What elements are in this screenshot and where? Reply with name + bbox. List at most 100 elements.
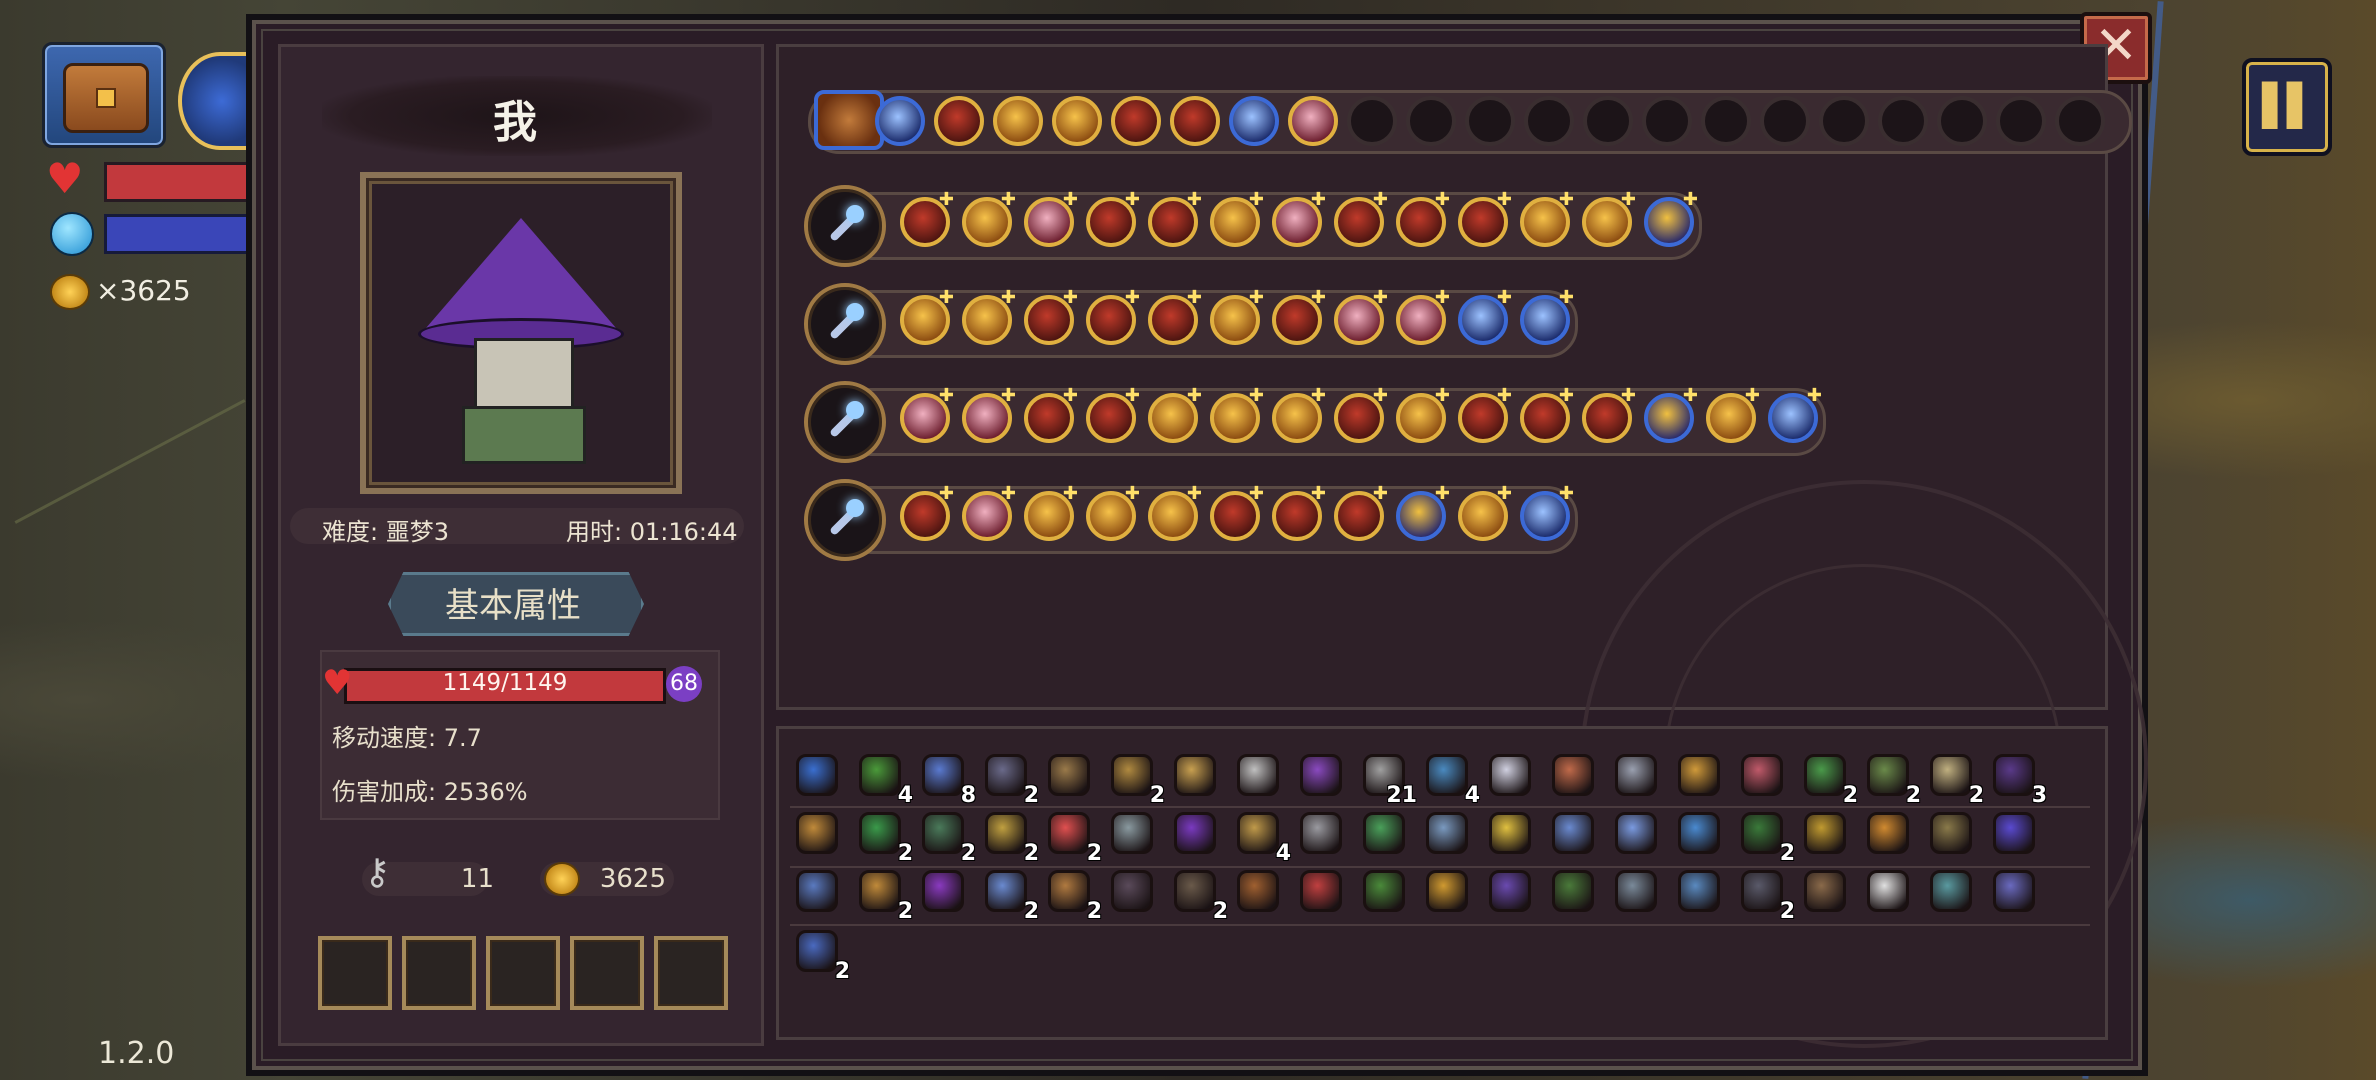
item-slot[interactable] <box>1359 866 1411 918</box>
item-slot[interactable] <box>1989 866 2041 918</box>
item-slot[interactable] <box>1548 808 1600 860</box>
skill-icon[interactable] <box>1458 191 1512 247</box>
skill-icon[interactable] <box>1347 96 1397 146</box>
skill-icon[interactable] <box>900 191 954 247</box>
item-slot[interactable]: 2 <box>981 866 1039 924</box>
item-slot[interactable]: 8 <box>918 750 976 808</box>
skill-icon[interactable] <box>1458 387 1512 443</box>
skill-icon[interactable] <box>1086 191 1140 247</box>
item-slot[interactable] <box>1611 808 1663 860</box>
item-slot[interactable]: 2 <box>1107 750 1165 808</box>
skill-icon[interactable] <box>1582 387 1636 443</box>
item-slot[interactable] <box>1611 866 1663 918</box>
skill-icon[interactable] <box>900 289 954 345</box>
item-slot[interactable] <box>1233 750 1285 802</box>
skill-icon[interactable] <box>1086 387 1140 443</box>
skill-icon[interactable] <box>962 387 1016 443</box>
skill-icon[interactable] <box>1458 485 1512 541</box>
skill-icon[interactable] <box>1396 387 1450 443</box>
skill-icon[interactable] <box>1406 96 1456 146</box>
skill-icon[interactable] <box>1524 96 1574 146</box>
equipment-slot[interactable] <box>402 936 476 1010</box>
skill-icon[interactable] <box>1520 485 1574 541</box>
item-slot[interactable]: 2 <box>1800 750 1858 808</box>
item-slot[interactable] <box>1359 808 1411 860</box>
skill-icon[interactable] <box>934 96 984 146</box>
skill-icon[interactable] <box>1878 96 1928 146</box>
skill-icon[interactable] <box>1024 387 1078 443</box>
item-slot[interactable]: 21 <box>1359 750 1417 808</box>
skill-icon[interactable] <box>1996 96 2046 146</box>
item-slot[interactable] <box>1548 866 1600 918</box>
skill-icon[interactable] <box>1272 387 1326 443</box>
skill-icon[interactable] <box>1465 96 1515 146</box>
skill-icon[interactable] <box>1819 96 1869 146</box>
item-slot[interactable] <box>1926 866 1978 918</box>
ice-staff-icon[interactable] <box>804 381 886 463</box>
skill-icon[interactable] <box>1170 96 1220 146</box>
item-slot[interactable]: 2 <box>1044 866 1102 924</box>
item-slot[interactable]: 2 <box>1737 866 1795 924</box>
skill-icon[interactable] <box>1583 96 1633 146</box>
skill-icon[interactable] <box>1052 96 1102 146</box>
skill-icon[interactable] <box>1396 191 1450 247</box>
skill-icon[interactable] <box>1396 485 1450 541</box>
skill-icon[interactable] <box>1148 289 1202 345</box>
item-slot[interactable] <box>1170 750 1222 802</box>
skill-icon[interactable] <box>1334 387 1388 443</box>
item-slot[interactable] <box>1989 808 2041 860</box>
item-slot[interactable]: 2 <box>1170 866 1228 924</box>
equipment-slot[interactable] <box>654 936 728 1010</box>
skill-icon[interactable] <box>900 387 954 443</box>
skill-icon[interactable] <box>1396 289 1450 345</box>
skill-icon[interactable] <box>1229 96 1279 146</box>
skill-icon[interactable] <box>993 96 1043 146</box>
skill-icon[interactable] <box>1272 485 1326 541</box>
item-slot[interactable]: 2 <box>918 808 976 866</box>
item-slot[interactable]: 2 <box>1863 750 1921 808</box>
item-slot[interactable]: 4 <box>1233 808 1291 866</box>
skill-icon[interactable] <box>1210 387 1264 443</box>
item-slot[interactable] <box>1737 750 1789 802</box>
item-slot[interactable] <box>1296 808 1348 860</box>
skill-icon[interactable] <box>875 96 925 146</box>
item-slot[interactable]: 2 <box>1044 808 1102 866</box>
skill-icon[interactable] <box>1768 387 1822 443</box>
item-slot[interactable] <box>1611 750 1663 802</box>
skill-icon[interactable] <box>1706 387 1760 443</box>
item-slot[interactable] <box>1548 750 1600 802</box>
skill-icon[interactable] <box>1148 191 1202 247</box>
skill-icon[interactable] <box>1024 485 1078 541</box>
item-slot[interactable] <box>1107 808 1159 860</box>
item-slot[interactable]: 4 <box>1422 750 1480 808</box>
skill-icon[interactable] <box>1086 485 1140 541</box>
item-slot[interactable] <box>1170 808 1222 860</box>
skill-icon[interactable] <box>1024 289 1078 345</box>
item-slot[interactable] <box>1107 866 1159 918</box>
skill-icon[interactable] <box>1644 387 1698 443</box>
skill-icon[interactable] <box>1210 289 1264 345</box>
item-slot[interactable] <box>1800 808 1852 860</box>
skill-icon[interactable] <box>1111 96 1161 146</box>
item-slot[interactable] <box>1926 808 1978 860</box>
item-slot[interactable] <box>1863 866 1915 918</box>
skill-icon[interactable] <box>1520 191 1574 247</box>
skill-icon[interactable] <box>2055 96 2105 146</box>
item-slot[interactable] <box>792 750 844 802</box>
equipment-slot[interactable] <box>486 936 560 1010</box>
inventory-chest-button[interactable] <box>42 42 166 148</box>
skill-icon[interactable] <box>1334 485 1388 541</box>
skill-icon[interactable] <box>1148 387 1202 443</box>
skill-icon[interactable] <box>1701 96 1751 146</box>
cannon-icon[interactable] <box>804 479 886 561</box>
skill-icon[interactable] <box>1024 191 1078 247</box>
item-slot[interactable] <box>1296 750 1348 802</box>
skill-icon[interactable] <box>900 485 954 541</box>
item-slot[interactable] <box>792 866 844 918</box>
item-slot[interactable]: 3 <box>1989 750 2047 808</box>
item-slot[interactable] <box>1863 808 1915 860</box>
item-slot[interactable]: 2 <box>1737 808 1795 866</box>
item-slot[interactable]: 4 <box>855 750 913 808</box>
equipment-slot[interactable] <box>318 936 392 1010</box>
skill-icon[interactable] <box>962 191 1016 247</box>
